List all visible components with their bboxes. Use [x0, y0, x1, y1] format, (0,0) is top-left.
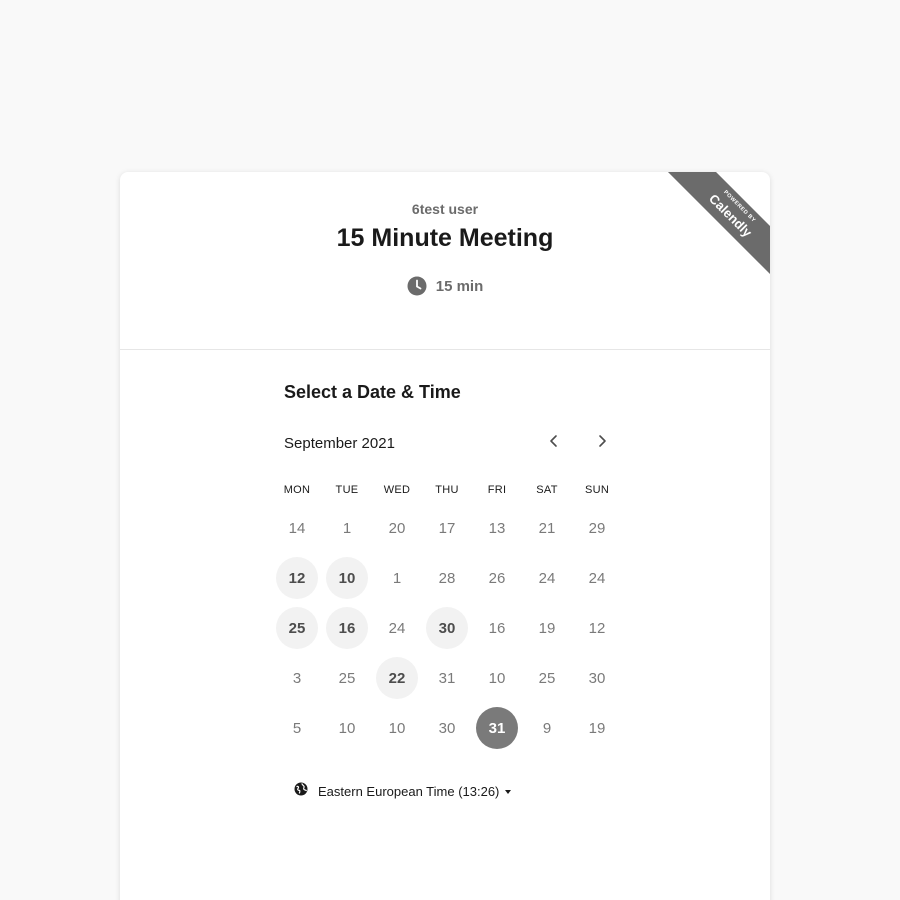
- day-cell: 16: [472, 603, 522, 653]
- day-number: 30: [588, 669, 606, 687]
- day-cell: 25: [522, 653, 572, 703]
- day-cell: 1: [372, 553, 422, 603]
- duration-text: 15 min: [435, 277, 484, 295]
- weekday-label: SUN: [584, 484, 610, 496]
- day-cell: 28: [422, 553, 472, 603]
- available-day-button[interactable]: 25: [276, 607, 318, 649]
- timezone-selector[interactable]: Eastern European Time (13:26): [294, 782, 512, 801]
- day-cell: 19: [522, 603, 572, 653]
- day-cell: 31: [472, 703, 522, 753]
- weekday-label: MON: [283, 484, 311, 496]
- day-cell: 1: [322, 503, 372, 553]
- day-number: 29: [588, 519, 606, 537]
- page: POWERED BY Calendly 6test user 15 Minute…: [0, 0, 900, 900]
- day-number: 1: [342, 519, 352, 537]
- day-number: 13: [488, 519, 506, 537]
- globe-icon: [294, 782, 308, 801]
- event-title: 15 Minute Meeting: [336, 224, 554, 252]
- weekday-label: SAT: [536, 484, 558, 496]
- day-number: 12: [588, 619, 606, 637]
- day-cell: 10: [372, 703, 422, 753]
- available-day-button[interactable]: 30: [426, 607, 468, 649]
- day-cell: 22: [372, 653, 422, 703]
- day-cell: 10: [322, 553, 372, 603]
- day-cell: 24: [372, 603, 422, 653]
- event-duration: 15 min: [120, 276, 770, 296]
- day-number: 3: [292, 669, 302, 687]
- day-cell: 3: [272, 653, 322, 703]
- day-number: 9: [542, 719, 552, 737]
- day-number: 25: [338, 669, 356, 687]
- day-cell: 26: [472, 553, 522, 603]
- day-number: 24: [538, 569, 556, 587]
- day-cell: 19: [572, 703, 622, 753]
- day-number: 19: [588, 719, 606, 737]
- day-cell: 10: [472, 653, 522, 703]
- calendar-grid: 14 1 20 17 13 21 29 12 10 1 28 26 24 24 25 16 24 30 16 19 12…: [272, 503, 622, 753]
- day-cell: 31: [422, 653, 472, 703]
- day-number: 24: [388, 619, 406, 637]
- clock-icon: [407, 276, 427, 296]
- day-cell: 25: [322, 653, 372, 703]
- day-number: 24: [588, 569, 606, 587]
- day-number: 14: [288, 519, 306, 537]
- day-number: 17: [438, 519, 456, 537]
- day-cell: 9: [522, 703, 572, 753]
- day-cell: 5: [272, 703, 322, 753]
- day-cell: 16: [322, 603, 372, 653]
- day-number: 30: [438, 719, 456, 737]
- day-cell: 29: [572, 503, 622, 553]
- day-number: 10: [388, 719, 406, 737]
- day-number: 31: [438, 669, 456, 687]
- day-cell: 20: [372, 503, 422, 553]
- weekday-header: MON TUE WED THU FRI SAT SUN: [272, 484, 622, 496]
- day-number: 21: [538, 519, 556, 537]
- day-cell: 12: [572, 603, 622, 653]
- day-cell: 30: [572, 653, 622, 703]
- timezone-label: Eastern European Time (13:26): [318, 784, 500, 799]
- day-number: 16: [488, 619, 506, 637]
- selected-day-button[interactable]: 31: [476, 707, 518, 749]
- weekday-label: TUE: [335, 484, 359, 496]
- day-number: 20: [388, 519, 406, 537]
- month-label: September 2021: [284, 435, 395, 452]
- day-cell: 13: [472, 503, 522, 553]
- section-title: Select a Date & Time: [284, 382, 461, 402]
- day-cell: 21: [522, 503, 572, 553]
- day-number: 26: [488, 569, 506, 587]
- available-day-button[interactable]: 12: [276, 557, 318, 599]
- day-number: 5: [292, 719, 302, 737]
- day-cell: 30: [422, 703, 472, 753]
- available-day-button[interactable]: 16: [326, 607, 368, 649]
- day-cell: 14: [272, 503, 322, 553]
- day-number: 10: [488, 669, 506, 687]
- booking-card: POWERED BY Calendly 6test user 15 Minute…: [120, 172, 770, 900]
- day-cell: 17: [422, 503, 472, 553]
- day-cell: 30: [422, 603, 472, 653]
- day-number: 10: [338, 719, 356, 737]
- day-number: 19: [538, 619, 556, 637]
- day-number: 25: [538, 669, 556, 687]
- day-cell: 24: [522, 553, 572, 603]
- event-header: 6test user 15 Minute Meeting 15 min: [120, 172, 770, 350]
- day-cell: 10: [322, 703, 372, 753]
- weekday-label: THU: [435, 484, 459, 496]
- available-day-button[interactable]: 22: [376, 657, 418, 699]
- day-number: 1: [392, 569, 402, 587]
- day-number: 28: [438, 569, 456, 587]
- caret-down-icon: [505, 790, 512, 794]
- day-cell: 24: [572, 553, 622, 603]
- next-month-button[interactable]: [589, 430, 615, 456]
- chevron-right-icon: [596, 434, 608, 453]
- previous-month-button[interactable]: [541, 430, 567, 456]
- day-cell: 25: [272, 603, 322, 653]
- chevron-left-icon: [548, 434, 560, 453]
- weekday-label: FRI: [487, 484, 507, 496]
- weekday-label: WED: [383, 484, 411, 496]
- day-cell: 12: [272, 553, 322, 603]
- available-day-button[interactable]: 10: [326, 557, 368, 599]
- event-owner: 6test user: [411, 201, 479, 217]
